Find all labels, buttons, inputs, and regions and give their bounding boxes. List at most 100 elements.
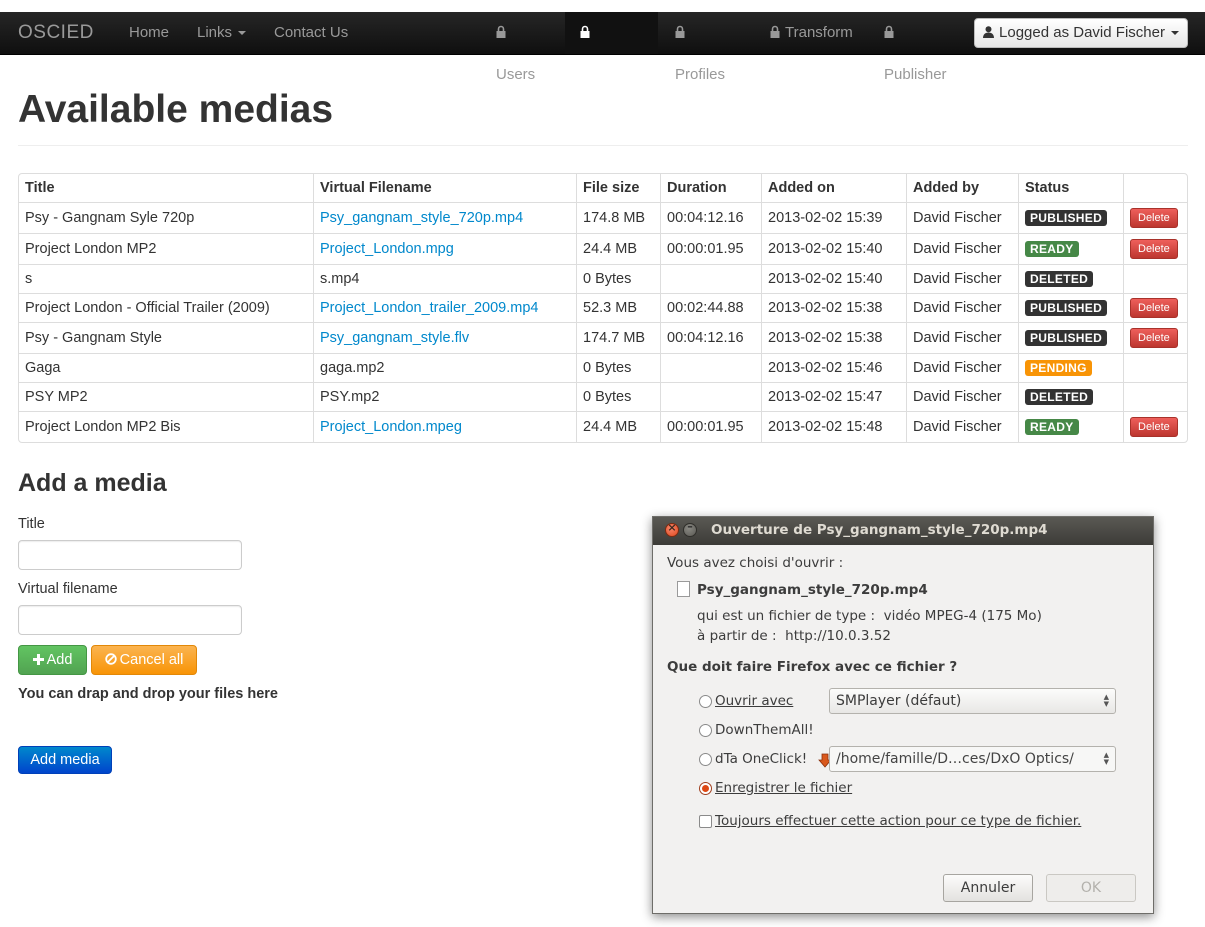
table-row: Psy - Gangnam Syle 720p Psy_gangnam_style… bbox=[19, 202, 1187, 233]
nav-transform[interactable]: Transform bbox=[755, 12, 869, 54]
media-added-by-cell: David Fischer bbox=[906, 382, 1018, 411]
dialog-ok-button[interactable]: OK bbox=[1046, 874, 1136, 902]
table-row: s s.mp4 0 Bytes 2013-02-02 15:40 David Fisch… bbox=[19, 264, 1187, 293]
delete-button[interactable]: Delete bbox=[1130, 328, 1178, 348]
downthemall-radio[interactable] bbox=[699, 724, 712, 737]
media-size-cell: 0 Bytes bbox=[576, 264, 660, 293]
nav-users[interactable]: Users bbox=[481, 12, 565, 83]
delete-button[interactable]: Delete bbox=[1130, 208, 1178, 228]
close-icon[interactable]: × bbox=[665, 521, 679, 537]
media-added-by-cell-text: David Fischer bbox=[913, 241, 1002, 257]
media-added-on-cell: 2013-02-02 15:46 bbox=[761, 353, 906, 382]
open-with-app-value: SMPlayer (défaut) bbox=[836, 693, 962, 709]
dialog-titlebar[interactable]: × – Ouverture de Psy_gangnam_style_720p.… bbox=[653, 517, 1153, 545]
column-header[interactable]: Virtual Filename bbox=[313, 174, 576, 202]
open-with-label[interactable]: Ouvrir avec bbox=[715, 693, 793, 709]
media-added-on-cell-text: 2013-02-02 15:46 bbox=[768, 360, 883, 376]
table-row: Project London - Official Trailer (2009)… bbox=[19, 293, 1187, 322]
media-added-on-cell: 2013-02-02 15:48 bbox=[761, 411, 906, 442]
media-filename-link[interactable]: Project_London.mpeg bbox=[320, 419, 462, 435]
open-with-text: Ouvrir avec bbox=[715, 693, 794, 709]
media-filename-link[interactable]: Psy_gangnam_style_720p.mp4 bbox=[320, 210, 523, 226]
media-size-cell: 174.8 MB bbox=[576, 202, 660, 233]
nav-medias[interactable]: Medias bbox=[565, 12, 658, 83]
media-title-cell-text: s bbox=[25, 271, 33, 287]
cancel-all-button[interactable]: Cancel all bbox=[91, 645, 197, 675]
user-menu-button[interactable]: Logged as David Fischer bbox=[974, 18, 1188, 48]
status-badge: DELETED bbox=[1025, 389, 1094, 405]
updown-arrows-icon: ▲ ▼ bbox=[1103, 693, 1109, 708]
media-added-on-cell: 2013-02-02 15:39 bbox=[761, 202, 906, 233]
open-with-app-select[interactable]: SMPlayer (défaut) ▲ ▼ bbox=[829, 688, 1116, 714]
minimize-icon[interactable]: – bbox=[683, 520, 697, 537]
media-duration-cell: 00:04:12.16 bbox=[660, 202, 761, 233]
add-button[interactable]: Add bbox=[18, 645, 87, 675]
media-status-cell: PUBLISHED bbox=[1018, 293, 1123, 322]
media-actions-cell bbox=[1123, 264, 1187, 293]
media-size-cell: 24.4 MB bbox=[576, 411, 660, 442]
nav-home[interactable]: Home bbox=[114, 12, 184, 54]
media-duration-cell: 00:00:01.95 bbox=[660, 233, 761, 264]
media-duration-cell-text: 00:04:12.16 bbox=[667, 210, 744, 226]
add-media-button[interactable]: Add media bbox=[18, 746, 112, 774]
downthemall-label[interactable]: DownThemAll! bbox=[715, 722, 814, 738]
dialog-cancel-button[interactable]: Annuler bbox=[943, 874, 1033, 902]
nav-profiles-label: Profiles bbox=[675, 66, 726, 83]
open-with-radio[interactable] bbox=[699, 695, 712, 708]
chevron-down-icon bbox=[238, 31, 247, 36]
save-file-text: Enregistrer le fichier bbox=[715, 780, 853, 796]
cancel-all-label: Cancel all bbox=[119, 652, 184, 668]
always-do-checkbox[interactable] bbox=[699, 815, 712, 828]
dta-oneclick-label[interactable]: dTa OneClick! bbox=[715, 751, 807, 767]
file-type-prefix: qui est un fichier de type : bbox=[697, 608, 876, 624]
dta-path-select[interactable]: /home/famille/D…ces/DxO Optics/ ▲ ▼ bbox=[829, 746, 1116, 772]
media-filename-cell: Psy_gangnam_style.flv bbox=[313, 322, 576, 353]
media-duration-cell-text: 00:00:01.95 bbox=[667, 419, 744, 435]
save-file-radio[interactable] bbox=[699, 782, 712, 795]
delete-button[interactable]: Delete bbox=[1130, 239, 1178, 259]
media-size-cell: 174.7 MB bbox=[576, 322, 660, 353]
dialog-file-name: Psy_gangnam_style_720p.mp4 bbox=[697, 582, 928, 598]
media-table: Title Virtual Filename File size Duratio… bbox=[18, 173, 1188, 443]
nav-links-dropdown[interactable]: Links bbox=[182, 12, 261, 54]
media-added-on-cell-text: 2013-02-02 15:38 bbox=[768, 330, 883, 346]
column-header[interactable]: Added on bbox=[761, 174, 906, 202]
media-added-on-cell-text: 2013-02-02 15:40 bbox=[768, 241, 883, 257]
media-filename-link[interactable]: Psy_gangnam_style.flv bbox=[320, 330, 469, 346]
table-row: PSY MP2 PSY.mp2 0 Bytes 2013-02-02 15:47 Dav… bbox=[19, 382, 1187, 411]
media-size-cell: 0 Bytes bbox=[576, 382, 660, 411]
media-added-on-cell-text: 2013-02-02 15:38 bbox=[768, 300, 883, 316]
column-header[interactable]: Status bbox=[1018, 174, 1123, 202]
always-do-label[interactable]: Toujours effectuer cette action pour ce … bbox=[715, 813, 1081, 829]
delete-button[interactable]: Delete bbox=[1130, 417, 1178, 437]
dta-oneclick-radio[interactable] bbox=[699, 753, 712, 766]
media-duration-cell bbox=[660, 264, 761, 293]
drop-hint: You can drap and drop your files here bbox=[18, 686, 278, 702]
nav-contact-us[interactable]: Contact Us bbox=[259, 12, 363, 54]
media-added-on-cell-text: 2013-02-02 15:47 bbox=[768, 389, 883, 405]
save-file-label[interactable]: Enregistrer le fichier bbox=[715, 780, 852, 796]
table-row: Project London MP2 Project_London.mpg 24.4… bbox=[19, 233, 1187, 264]
media-added-by-cell: David Fischer bbox=[906, 202, 1018, 233]
file-type-value: vidéo MPEG-4 (175 Mo) bbox=[883, 608, 1042, 624]
nav-profiles[interactable]: Profiles bbox=[660, 12, 754, 83]
column-header[interactable]: File size bbox=[576, 174, 660, 202]
media-filename-cell: gaga.mp2 bbox=[313, 353, 576, 382]
media-filename-cell: Project_London.mpeg bbox=[313, 411, 576, 442]
column-header[interactable]: Added by bbox=[906, 174, 1018, 202]
media-added-by-cell: David Fischer bbox=[906, 411, 1018, 442]
media-filename-cell: PSY.mp2 bbox=[313, 382, 576, 411]
column-header[interactable]: Title bbox=[19, 174, 313, 202]
virtual-filename-input[interactable] bbox=[18, 605, 242, 635]
dialog-question: Que doit faire Firefox avec ce fichier ? bbox=[667, 659, 958, 675]
delete-button[interactable]: Delete bbox=[1130, 298, 1178, 318]
media-filename-link[interactable]: Project_London_trailer_2009.mp4 bbox=[320, 300, 538, 316]
column-header[interactable]: Duration bbox=[660, 174, 761, 202]
dialog-file-type: qui est un fichier de type : vidéo MPEG-… bbox=[697, 608, 1042, 624]
media-filename-link[interactable]: Project_London.mpg bbox=[320, 241, 454, 257]
lock-icon bbox=[770, 25, 780, 38]
brand-logo[interactable]: OSCIED bbox=[18, 22, 94, 44]
nav-medias-label: Medias bbox=[580, 66, 629, 83]
title-input[interactable] bbox=[18, 540, 242, 570]
nav-publisher[interactable]: Publisher bbox=[869, 12, 973, 83]
